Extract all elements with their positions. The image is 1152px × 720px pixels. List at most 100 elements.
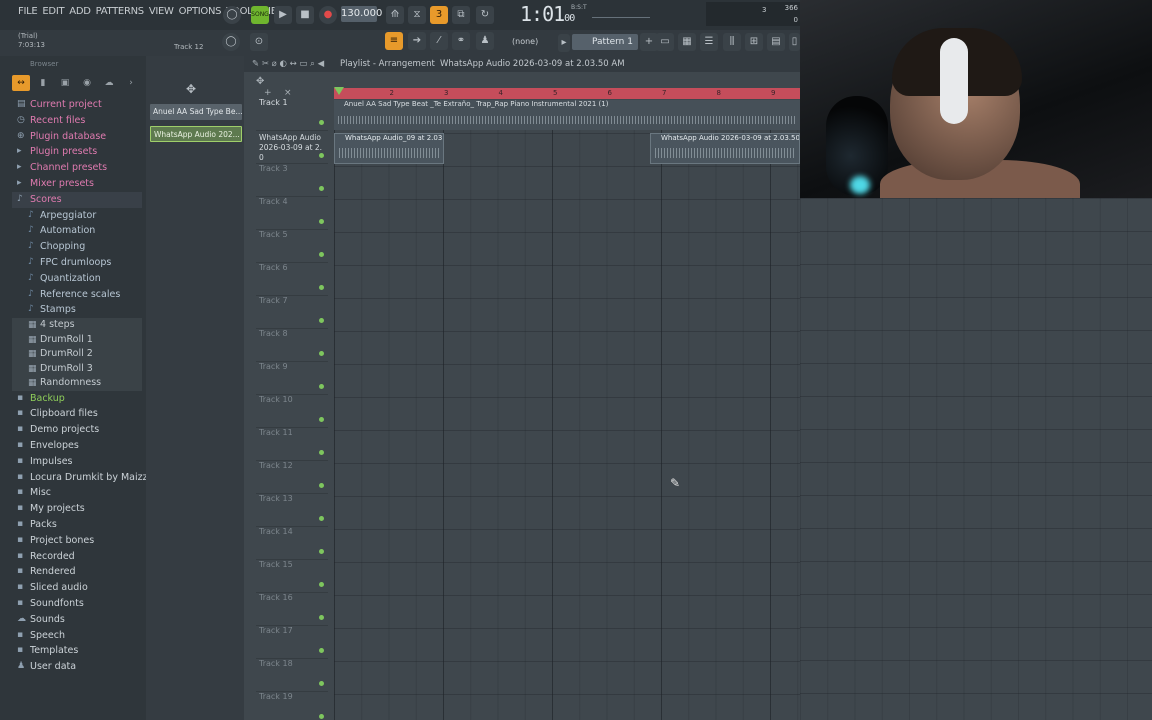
browser-item[interactable]: ▪ Envelopes bbox=[12, 438, 142, 454]
track-header[interactable]: Track 3 bbox=[256, 164, 328, 197]
browser-item[interactable]: ◷ Recent files bbox=[12, 113, 142, 129]
channel-rack-icon[interactable]: ☰ bbox=[700, 33, 718, 51]
browser-item[interactable]: ♪ Chopping bbox=[12, 239, 142, 255]
menu-item[interactable]: ADD bbox=[69, 6, 91, 17]
browser-item[interactable]: ▦ DrumRoll 2 bbox=[12, 347, 142, 362]
browser-item[interactable]: ♪ Arpeggiator bbox=[12, 208, 142, 224]
audio-clip-sample[interactable]: Anuel AA Sad Type Beat _Te Extraño_ Trap… bbox=[334, 100, 800, 130]
browser-item[interactable]: ▦ Randomness bbox=[12, 376, 142, 391]
add-track-icon[interactable]: + bbox=[264, 88, 272, 98]
track-header[interactable]: Track 6 bbox=[256, 263, 328, 296]
metronome-icon[interactable]: ⟰ bbox=[386, 6, 404, 24]
track-header[interactable]: Track 18 bbox=[256, 659, 328, 692]
wait-input-icon[interactable]: ⧖ bbox=[408, 6, 426, 24]
plugin-picker-icon[interactable]: ⊞ bbox=[745, 33, 763, 51]
track-mute-led[interactable] bbox=[319, 450, 324, 455]
close-icon[interactable]: × bbox=[284, 88, 292, 98]
browser-item[interactable]: ▪ Clipboard files bbox=[12, 406, 142, 422]
browser-item[interactable]: ▪ My projects bbox=[12, 501, 142, 517]
track-header[interactable]: Track 7 bbox=[256, 296, 328, 329]
browser-item[interactable]: ▪ Speech bbox=[12, 628, 142, 644]
metronome-knob-icon[interactable]: ◯ bbox=[223, 6, 241, 24]
track-mute-led[interactable] bbox=[319, 681, 324, 686]
countdown-icon[interactable]: 3 bbox=[430, 6, 448, 24]
track-header[interactable]: Track 17 bbox=[256, 626, 328, 659]
loop-record-icon[interactable]: ↻ bbox=[476, 6, 494, 24]
browser-plugins-icon[interactable]: ◉ bbox=[78, 75, 96, 91]
track-header[interactable]: WhatsApp Audio 2026-03-09 at 2.0 bbox=[256, 131, 328, 164]
browser-item[interactable]: ▪ Locura Drumkit by Maizzeno bbox=[12, 470, 165, 486]
browser-item[interactable]: ▤ Current project bbox=[12, 97, 142, 113]
track-header[interactable]: Track 11 bbox=[256, 428, 328, 461]
tool-icons[interactable]: ✎ ✂ ⌀ ◐ ↔ ▭ ⌕ ◀ bbox=[252, 56, 324, 72]
move-icon[interactable]: ✥ bbox=[186, 82, 196, 96]
track-mute-led[interactable] bbox=[319, 615, 324, 620]
song-mode-toggle[interactable]: SONG bbox=[251, 6, 269, 24]
channel-clip-selected[interactable]: WhatsApp Audio 202... bbox=[150, 126, 242, 142]
browser-item[interactable]: ▸ Mixer presets bbox=[12, 176, 142, 192]
browser-item[interactable]: ▪ Demo projects bbox=[12, 422, 142, 438]
brush-icon[interactable]: ⁄ bbox=[430, 32, 448, 50]
browser-project-icon[interactable]: ▣ bbox=[56, 75, 74, 91]
menu-item[interactable]: FILE bbox=[18, 6, 38, 17]
browser-item[interactable]: ▪ Misc bbox=[12, 485, 142, 501]
browser-cloud-icon[interactable]: ☁ bbox=[100, 75, 118, 91]
browser-item[interactable]: ▦ DrumRoll 1 bbox=[12, 332, 142, 348]
track-header[interactable]: Track 10 bbox=[256, 395, 328, 428]
browser-item[interactable]: ☁ Sounds bbox=[12, 612, 142, 628]
master-pitch-icon[interactable]: ⊙ bbox=[250, 33, 268, 51]
audio-clip-whatsapp-2[interactable]: WhatsApp Audio 2026-03-09 at 2.03.50 AM bbox=[650, 133, 800, 164]
playlist-move-icon[interactable]: ✥ bbox=[256, 76, 264, 87]
track-mute-led[interactable] bbox=[319, 417, 324, 422]
browser-files-icon[interactable]: ▮ bbox=[34, 75, 52, 91]
track-mute-led[interactable] bbox=[319, 186, 324, 191]
browser-item[interactable]: ▸ Plugin presets bbox=[12, 144, 142, 160]
track-mute-led[interactable] bbox=[319, 219, 324, 224]
track-mute-led[interactable] bbox=[319, 582, 324, 587]
browser-item[interactable]: ♪ Automation bbox=[12, 223, 142, 239]
blend-notes-icon[interactable]: ⧉ bbox=[452, 6, 470, 24]
track-header[interactable]: Track 1 bbox=[256, 98, 328, 131]
snap-icon[interactable]: ≡ bbox=[385, 32, 403, 50]
browser-item[interactable]: ♟ User data bbox=[12, 659, 142, 675]
browser-item[interactable]: ▪ Project bones bbox=[12, 533, 142, 549]
mixer-icon[interactable]: ⫼ bbox=[723, 33, 741, 51]
master-volume-knob-icon[interactable]: ◯ bbox=[222, 33, 240, 51]
browser-more-icon[interactable]: › bbox=[122, 75, 140, 91]
browser-item[interactable]: ▪ Sliced audio bbox=[12, 580, 142, 596]
playlist-grid-extended[interactable] bbox=[800, 198, 1152, 720]
stamp-icon[interactable]: ♟ bbox=[476, 32, 494, 50]
menu-item[interactable]: OPTIONS bbox=[179, 6, 222, 17]
track-mute-led[interactable] bbox=[319, 384, 324, 389]
browser-item[interactable]: ♪ Quantization bbox=[12, 271, 142, 287]
browser-item[interactable]: ▪ Rendered bbox=[12, 564, 142, 580]
tempo-display[interactable]: 130.000 bbox=[341, 6, 382, 22]
track-mute-led[interactable] bbox=[319, 351, 324, 356]
info-icon[interactable]: ▯ bbox=[789, 33, 800, 51]
track-header[interactable]: Track 13 bbox=[256, 494, 328, 527]
track-mute-led[interactable] bbox=[319, 153, 324, 158]
track-mute-led[interactable] bbox=[319, 120, 324, 125]
playlist-window-icon[interactable]: ▭ bbox=[656, 33, 674, 51]
pattern-selector[interactable]: Pattern 1 bbox=[572, 34, 638, 50]
playhead-marker[interactable] bbox=[334, 87, 344, 95]
track-mute-led[interactable] bbox=[319, 252, 324, 257]
browser-item[interactable]: ▸ Channel presets bbox=[12, 160, 142, 176]
play-button[interactable]: ▶ bbox=[274, 6, 292, 24]
arrow-right-icon[interactable]: ➔ bbox=[408, 32, 426, 50]
browser-item[interactable]: ♪ Reference scales bbox=[12, 287, 142, 303]
stop-button[interactable]: ■ bbox=[296, 6, 314, 24]
menu-item[interactable]: VIEW bbox=[149, 6, 174, 17]
browser-item[interactable]: ▪ Soundfonts bbox=[12, 596, 142, 612]
track-header[interactable]: Track 9 bbox=[256, 362, 328, 395]
browser-item[interactable]: ♪ FPC drumloops bbox=[12, 255, 142, 271]
browser-item[interactable]: ▪ Packs bbox=[12, 517, 142, 533]
link-icon[interactable]: ⚭ bbox=[452, 32, 470, 50]
menu-item[interactable]: EDIT bbox=[42, 6, 64, 17]
track-header[interactable]: Track 5 bbox=[256, 230, 328, 263]
track-header[interactable]: Track 15 bbox=[256, 560, 328, 593]
track-mute-led[interactable] bbox=[319, 318, 324, 323]
channel-clip[interactable]: Anuel AA Sad Type Be... bbox=[150, 104, 242, 120]
track-mute-led[interactable] bbox=[319, 285, 324, 290]
record-button[interactable]: ● bbox=[319, 6, 337, 24]
